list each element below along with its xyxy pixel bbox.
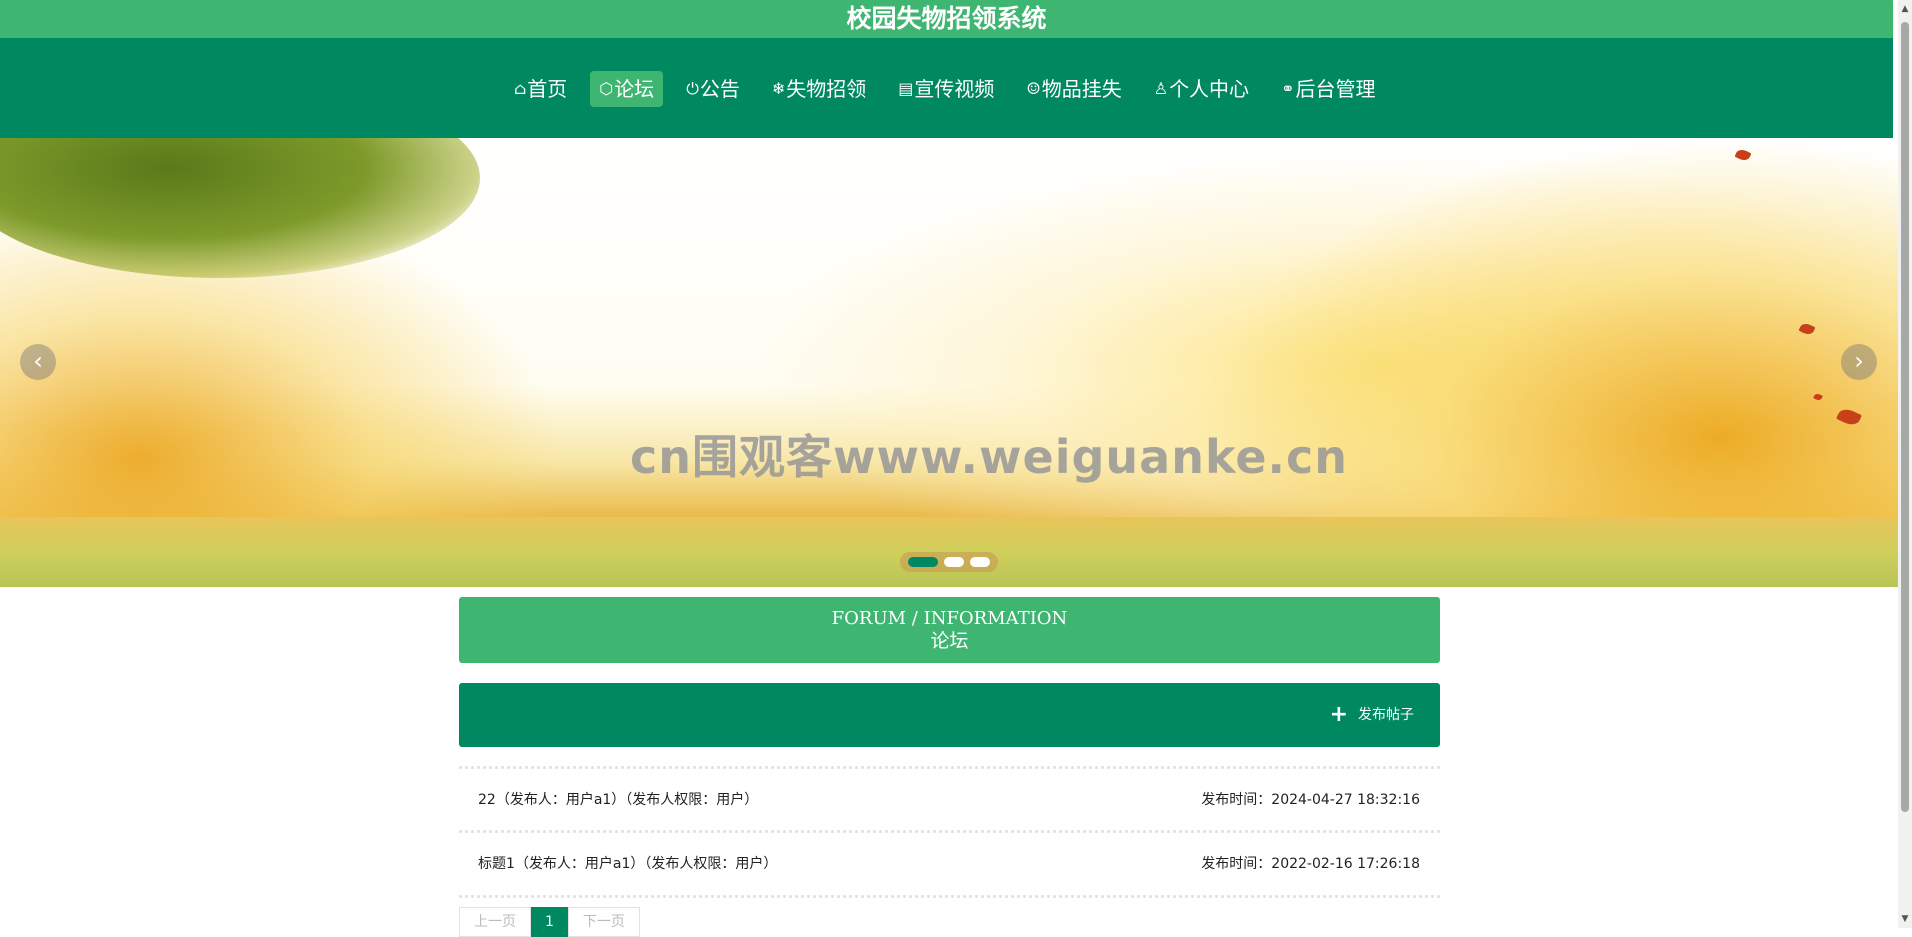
- scroll-down-icon[interactable]: ▼: [1899, 912, 1911, 926]
- list-item[interactable]: 标题1（发布人：用户a1）（发布人权限：用户） 发布时间：2022-02-16 …: [459, 830, 1440, 893]
- nav-item-video[interactable]: ▤ 宣传视频: [889, 71, 1003, 107]
- leaf-decoration: [1813, 392, 1823, 402]
- banner-carousel: cn围观客www.weiguanke.cn ‹ ›: [0, 138, 1898, 587]
- carousel-dot-3[interactable]: [970, 557, 990, 567]
- nav-item-label: 后台管理: [1295, 77, 1376, 101]
- carousel-next-button[interactable]: ›: [1841, 344, 1877, 380]
- carousel-dot-2[interactable]: [944, 557, 964, 567]
- snowflake-icon: ❄: [771, 79, 786, 98]
- pagination: 上一页 1 下一页: [459, 907, 640, 937]
- link-icon: ⚭: [1281, 79, 1295, 98]
- nav-item-label: 首页: [527, 77, 568, 101]
- nav-item-profile[interactable]: ♙ 个人中心: [1145, 71, 1258, 107]
- nav-item-label: 失物招领: [786, 77, 867, 101]
- nav-item-label: 宣传视频: [914, 77, 995, 101]
- chevron-right-icon: ›: [1854, 347, 1864, 375]
- nav-item-label: 公告: [699, 77, 740, 101]
- nav-item-forum[interactable]: ⬡ 论坛: [590, 71, 664, 107]
- main-nav: ⌂ 首页 ⬡ 论坛 ⏻ 公告 ❄ 失物招领 ▤ 宣传视频 ☺ 物品挂失 ♙ 个人…: [0, 38, 1893, 138]
- post-title[interactable]: 22（发布人：用户a1）（发布人权限：用户）: [478, 789, 758, 809]
- nav-item-lost-found[interactable]: ❄ 失物招领: [763, 71, 875, 107]
- scroll-up-icon[interactable]: ▲: [1899, 2, 1911, 16]
- home-icon: ⌂: [514, 79, 527, 98]
- nav-item-label: 物品挂失: [1041, 77, 1122, 101]
- section-header: FORUM / INFORMATION 论坛: [459, 597, 1440, 663]
- calendar-icon: ▤: [898, 79, 914, 98]
- watermark-text: cn围观客www.weiguanke.cn: [630, 430, 1349, 484]
- cube-icon: ⬡: [599, 79, 614, 98]
- prev-page-button[interactable]: 上一页: [459, 907, 531, 937]
- list-divider: [459, 895, 1440, 898]
- create-post-label: 发布帖子: [1358, 707, 1414, 723]
- nav-list: ⌂ 首页 ⬡ 论坛 ⏻ 公告 ❄ 失物招领 ▤ 宣传视频 ☺ 物品挂失 ♙ 个人…: [505, 71, 1384, 107]
- action-bar: + 发布帖子: [459, 683, 1440, 747]
- smile-icon: ☺: [1026, 79, 1041, 98]
- leaf-decoration: [1798, 321, 1816, 337]
- leaf-decoration: [1836, 406, 1862, 428]
- carousel-dot-1[interactable]: [908, 557, 938, 567]
- plus-icon: +: [1329, 702, 1348, 727]
- carousel-indicators: [900, 552, 998, 572]
- power-icon: ⏻: [686, 79, 699, 98]
- post-time: 发布时间：2024-04-27 18:32:16: [1201, 792, 1420, 808]
- nav-item-home[interactable]: ⌂ 首页: [505, 71, 576, 107]
- post-time: 发布时间：2022-02-16 17:26:18: [1201, 856, 1420, 872]
- post-title[interactable]: 标题1（发布人：用户a1）（发布人权限：用户）: [478, 853, 777, 873]
- section-title-en: FORUM / INFORMATION: [831, 608, 1068, 629]
- leaf-decoration: [1734, 147, 1752, 163]
- nav-item-label: 论坛: [614, 77, 655, 101]
- nav-item-report-loss[interactable]: ☺ 物品挂失: [1017, 71, 1130, 107]
- carousel-prev-button[interactable]: ‹: [20, 344, 56, 380]
- page-1-button[interactable]: 1: [531, 907, 568, 937]
- vertical-scrollbar[interactable]: ▲ ▼: [1898, 0, 1912, 928]
- section-title-cn: 论坛: [930, 630, 969, 652]
- chevron-left-icon: ‹: [33, 347, 43, 375]
- nav-item-admin[interactable]: ⚭ 后台管理: [1272, 71, 1384, 107]
- next-page-button[interactable]: 下一页: [567, 907, 640, 937]
- banner-tree-image: [0, 138, 480, 278]
- list-item[interactable]: 22（发布人：用户a1）（发布人权限：用户） 发布时间：2024-04-27 1…: [459, 766, 1440, 829]
- nav-item-notice[interactable]: ⏻ 公告: [677, 71, 749, 107]
- create-post-button[interactable]: + 发布帖子: [1330, 703, 1414, 727]
- user-icon: ♙: [1153, 79, 1169, 98]
- scrollbar-thumb[interactable]: [1901, 22, 1909, 812]
- site-title: 校园失物招领系统: [0, 0, 1893, 38]
- nav-item-label: 个人中心: [1169, 77, 1250, 101]
